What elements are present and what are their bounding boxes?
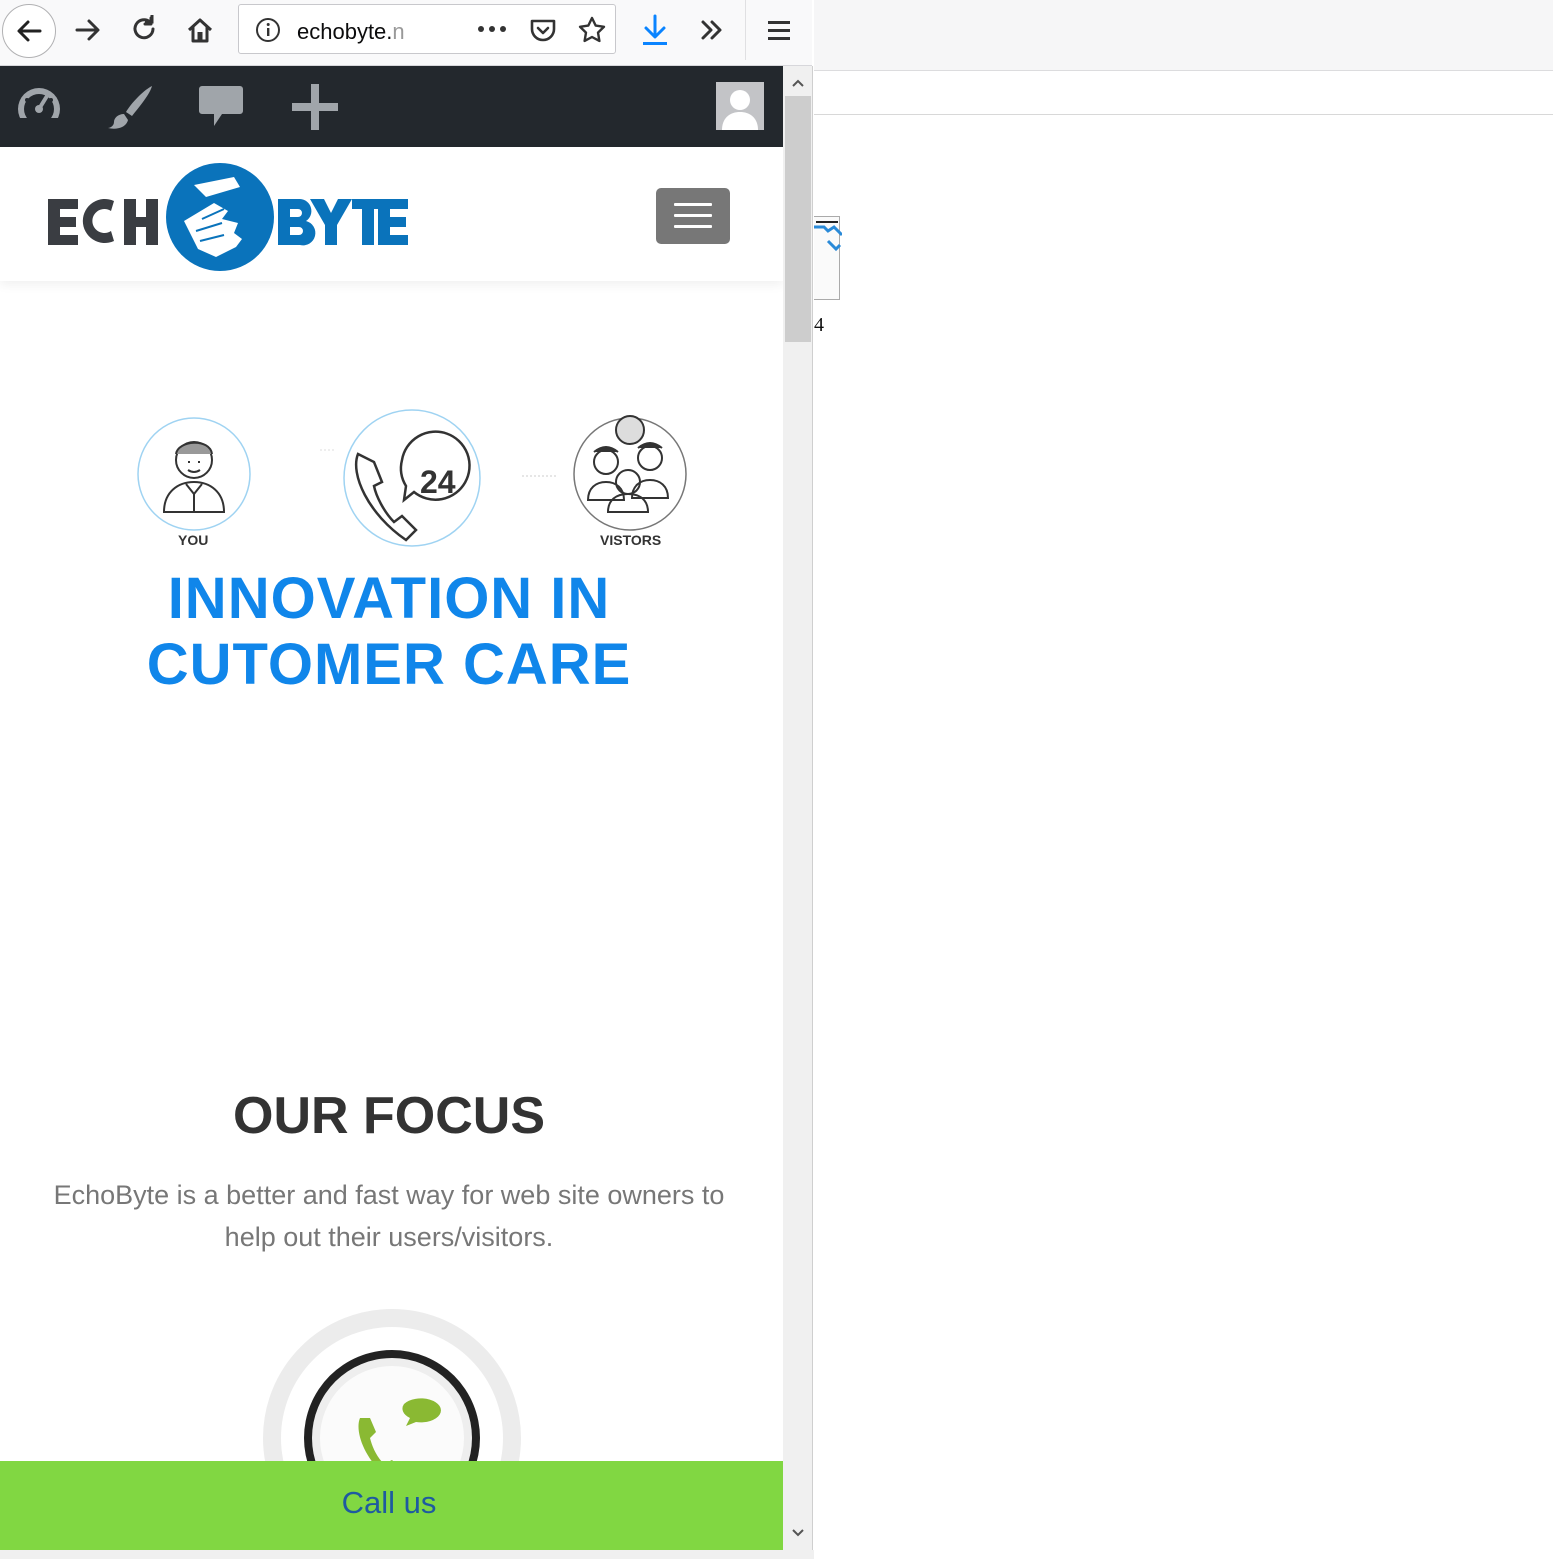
menu-bar-3 <box>674 225 712 228</box>
hamburger-icon <box>768 21 790 40</box>
hero-title: INNOVATION IN CUTOMER CARE <box>0 566 778 698</box>
menu-toggle-button[interactable] <box>656 188 730 244</box>
hero-you-label: YOU <box>178 532 209 548</box>
hero-graphic: 24 24 YOU VISTORS <box>130 400 695 556</box>
stray-number-text: 4 <box>814 314 824 336</box>
url-text: echobyte.n <box>297 19 405 45</box>
browser-toolbar: echobyte.n <box>0 0 812 66</box>
reload-icon <box>133 15 155 40</box>
home-icon <box>187 18 213 43</box>
comment-bubble-icon <box>199 86 243 126</box>
call-us-bar[interactable]: Call us <box>0 1461 783 1550</box>
info-icon <box>256 18 280 42</box>
address-bar[interactable]: echobyte.n <box>238 4 616 54</box>
scroll-down-icon[interactable] <box>791 1526 805 1540</box>
toolbar-divider <box>745 0 746 60</box>
hero-visitors-label: VISTORS <box>600 532 662 548</box>
arrow-left-icon <box>17 20 42 42</box>
focus-description: EchoByte is a better and fast way for we… <box>53 1180 725 1252</box>
bookmark-star-icon[interactable] <box>577 15 607 45</box>
scroll-thumb[interactable] <box>785 96 811 342</box>
hero-24-label: 24 <box>420 464 456 500</box>
secondary-divider <box>814 114 1553 115</box>
downloads-button[interactable] <box>633 8 677 52</box>
pocket-icon[interactable] <box>529 17 557 43</box>
menu-button[interactable] <box>757 8 801 52</box>
back-button[interactable] <box>2 4 56 58</box>
site-header <box>0 147 783 281</box>
logo-graphic <box>48 163 408 271</box>
user-avatar-button[interactable] <box>716 82 764 130</box>
double-chevron-right-icon <box>701 20 722 40</box>
avatar-icon <box>716 82 764 130</box>
url-main: echobyte. <box>297 19 393 44</box>
paintbrush-icon <box>108 86 152 129</box>
broken-image <box>814 216 842 300</box>
reload-button[interactable] <box>122 8 166 52</box>
admin-customize-button[interactable] <box>106 82 156 132</box>
admin-dashboard-button[interactable] <box>14 82 64 132</box>
broken-image-icon <box>814 221 842 252</box>
page-scrollbar[interactable] <box>783 66 813 1550</box>
secondary-toolbar <box>814 0 1553 71</box>
page-actions-icon[interactable] <box>477 23 507 35</box>
url-faded: n <box>392 19 405 44</box>
window-bottom-edge <box>0 1550 814 1559</box>
secondary-window: 4 <box>814 0 1553 1559</box>
hero-title-line1: INNOVATION IN <box>167 566 611 631</box>
scroll-up-icon[interactable] <box>791 76 805 90</box>
forward-button[interactable] <box>66 8 110 52</box>
menu-bar-1 <box>674 203 712 206</box>
menu-bar-2 <box>674 214 712 217</box>
home-button[interactable] <box>178 8 222 52</box>
download-icon <box>643 14 667 45</box>
plus-icon <box>292 84 338 130</box>
focus-title: OUR FOCUS <box>233 1087 545 1145</box>
page-viewport: 24 24 YOU VISTORS INNOVATION IN CUTOMER … <box>0 66 783 1550</box>
arrow-right-icon <box>75 19 100 41</box>
call-us-label: Call us <box>341 1485 437 1520</box>
echobyte-logo[interactable] <box>44 161 414 273</box>
admin-new-button[interactable] <box>290 82 340 132</box>
admin-bar <box>0 66 783 147</box>
admin-comments-button[interactable] <box>196 82 246 132</box>
dashboard-gauge-icon <box>18 88 60 130</box>
hero-title-line2: CUTOMER CARE <box>146 632 632 697</box>
overflow-button[interactable] <box>690 8 734 52</box>
